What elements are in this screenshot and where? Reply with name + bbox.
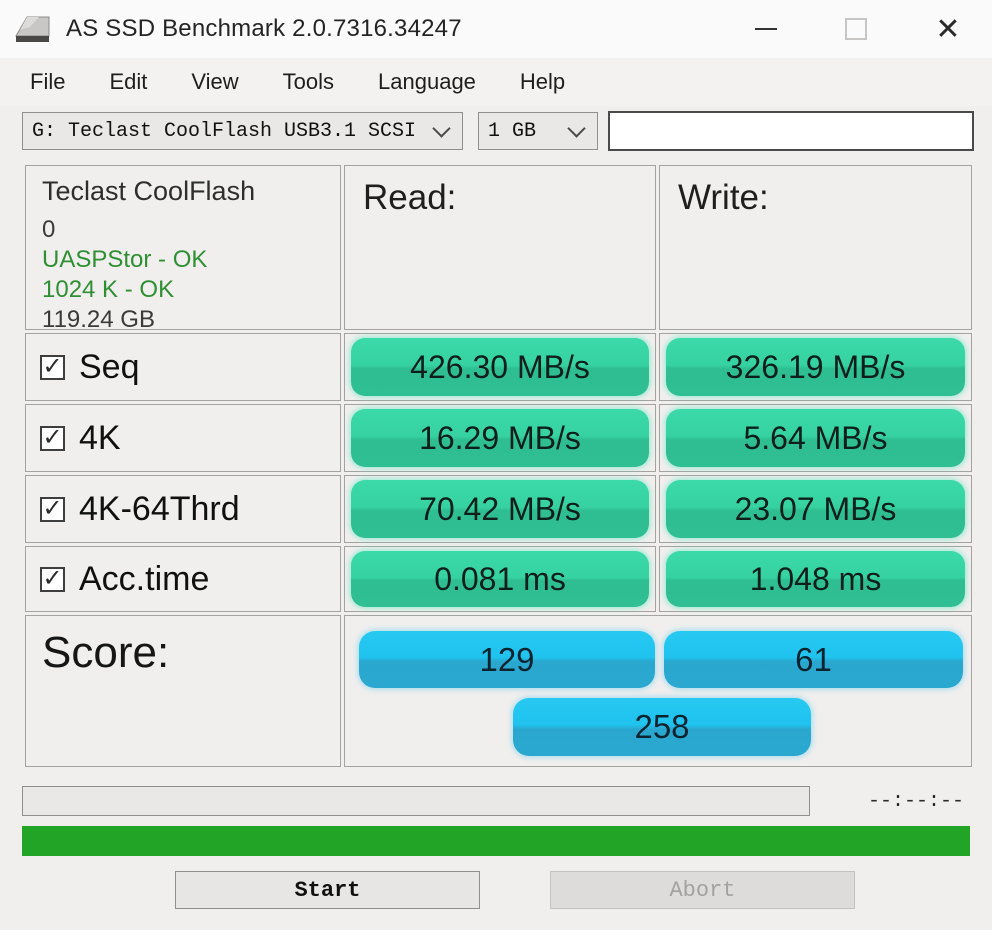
progress-bar xyxy=(22,786,810,816)
menu-tools[interactable]: Tools xyxy=(283,69,334,95)
seq-read-value: 426.30 MB/s xyxy=(351,338,649,396)
test-size-select[interactable]: 1 GB xyxy=(478,112,598,150)
acctime-checkbox[interactable]: ✓ xyxy=(40,566,65,592)
overall-progress-bar xyxy=(22,826,970,856)
maximize-button[interactable] xyxy=(828,0,884,58)
close-button[interactable]: ✕ xyxy=(918,0,978,58)
4k-write-value: 5.64 MB/s xyxy=(666,409,965,467)
score-panel: 129 61 258 xyxy=(344,615,972,767)
start-button[interactable]: Start xyxy=(175,871,480,909)
acctime-label-cell: ✓ Acc.time xyxy=(25,546,341,612)
4k64-label-cell: ✓ 4K-64Thrd xyxy=(25,475,341,543)
menu-edit[interactable]: Edit xyxy=(109,69,147,95)
4k-write-cell: 5.64 MB/s xyxy=(659,404,972,472)
drive-select-value: G: Teclast CoolFlash USB3.1 SCSI xyxy=(32,119,417,143)
seq-write-cell: 326.19 MB/s xyxy=(659,333,972,401)
4k64-label: 4K-64Thrd xyxy=(79,489,240,528)
minimize-icon xyxy=(755,28,777,30)
4k-label: 4K xyxy=(79,418,121,457)
drive-info-line: 0 xyxy=(42,216,56,243)
menu-help[interactable]: Help xyxy=(520,69,565,95)
4k-checkbox[interactable]: ✓ xyxy=(40,425,65,451)
acctime-read-value: 0.081 ms xyxy=(351,551,649,607)
read-column-header: Read: xyxy=(344,165,656,330)
drive-select[interactable]: G: Teclast CoolFlash USB3.1 SCSI xyxy=(22,112,463,150)
seq-label: Seq xyxy=(79,347,140,386)
seq-checkbox[interactable]: ✓ xyxy=(40,354,65,380)
acctime-write-cell: 1.048 ms xyxy=(659,546,972,612)
4k64-read-value: 70.42 MB/s xyxy=(351,480,649,538)
menu-language[interactable]: Language xyxy=(378,69,476,95)
menu-file[interactable]: File xyxy=(30,69,65,95)
menu-bar: File Edit View Tools Language Help xyxy=(0,58,992,106)
write-column-header: Write: xyxy=(659,165,972,330)
test-size-value: 1 GB xyxy=(488,119,537,143)
drive-name: Teclast CoolFlash xyxy=(42,176,256,206)
driver-status: UASPStor - OK xyxy=(42,246,208,273)
title-bar: AS SSD Benchmark 2.0.7316.34247 ✕ xyxy=(0,0,992,58)
seq-read-cell: 426.30 MB/s xyxy=(344,333,656,401)
4k-label-cell: ✓ 4K xyxy=(25,404,341,472)
4k64-read-cell: 70.42 MB/s xyxy=(344,475,656,543)
score-label-cell: Score: xyxy=(25,615,341,767)
4k64-write-cell: 23.07 MB/s xyxy=(659,475,972,543)
seq-label-cell: ✓ Seq xyxy=(25,333,341,401)
maximize-icon xyxy=(845,18,867,40)
drive-capacity: 119.24 GB xyxy=(42,306,155,333)
score-total-value: 258 xyxy=(513,698,811,756)
4k64-checkbox[interactable]: ✓ xyxy=(40,496,65,522)
chevron-down-icon xyxy=(567,118,586,138)
acctime-write-value: 1.048 ms xyxy=(666,551,965,607)
4k-read-cell: 16.29 MB/s xyxy=(344,404,656,472)
4k64-write-value: 23.07 MB/s xyxy=(666,480,965,538)
acctime-read-cell: 0.081 ms xyxy=(344,546,656,612)
alignment-status: 1024 K - OK xyxy=(42,276,175,303)
acctime-label: Acc.time xyxy=(79,559,210,598)
elapsed-time: --:--:-- xyxy=(867,790,964,813)
empty-text-field[interactable] xyxy=(608,111,974,151)
seq-write-value: 326.19 MB/s xyxy=(666,338,965,396)
4k-read-value: 16.29 MB/s xyxy=(351,409,649,467)
chevron-down-icon xyxy=(432,118,451,138)
score-read-value: 129 xyxy=(359,631,655,688)
results-grid: Teclast CoolFlash 0 UASPStor - OK 1024 K… xyxy=(25,165,972,767)
abort-button[interactable]: Abort xyxy=(550,871,855,909)
window-title: AS SSD Benchmark 2.0.7316.34247 xyxy=(66,15,462,42)
menu-view[interactable]: View xyxy=(191,69,238,95)
minimize-button[interactable] xyxy=(738,0,794,58)
drive-info-panel: Teclast CoolFlash 0 UASPStor - OK 1024 K… xyxy=(25,165,341,333)
score-write-value: 61 xyxy=(664,631,963,688)
app-hdd-icon xyxy=(15,16,50,42)
